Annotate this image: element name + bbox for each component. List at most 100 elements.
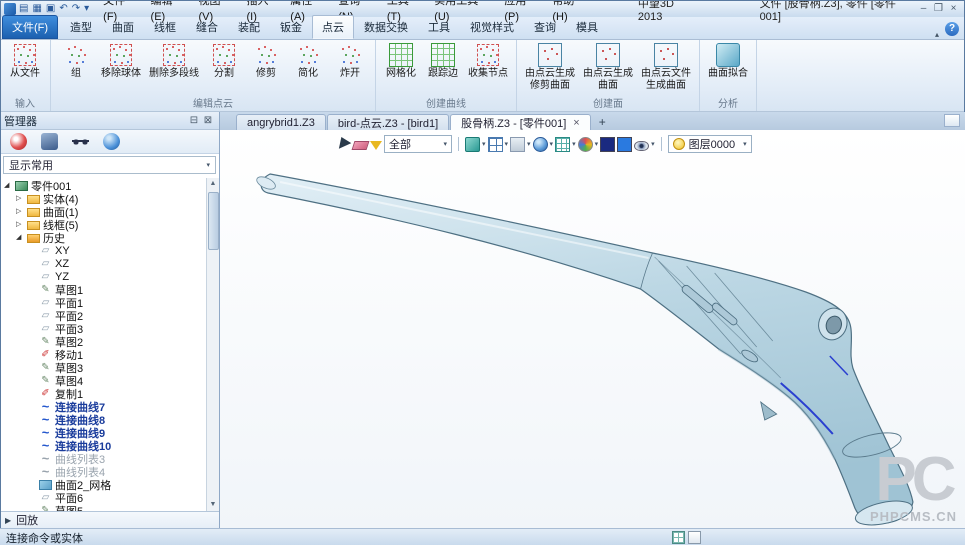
expand-closed-icon[interactable]: ▷	[16, 192, 27, 205]
edge-color-swatch[interactable]	[600, 137, 615, 152]
role-manager-icon[interactable]	[41, 133, 58, 150]
dropdown-icon[interactable]: ▾	[527, 140, 531, 148]
btn-surface-from-cloud-file[interactable]: 由点云文件 生成曲面	[638, 42, 694, 92]
btn-collect-nodes[interactable]: 收集节点	[465, 42, 511, 81]
dropdown-icon[interactable]: ▾	[572, 140, 576, 148]
tree-item-solids[interactable]: ▷ 实体(4)	[2, 192, 205, 205]
doc-tab-angrybrid[interactable]: angrybrid1.Z3	[236, 114, 326, 130]
btn-group[interactable]: 组	[56, 42, 96, 81]
tree-item-sketch5[interactable]: 草图5	[2, 504, 205, 511]
entity-filter-dropdown[interactable]: 全部 ▾	[384, 135, 452, 153]
dropdown-icon[interactable]: ▾	[651, 140, 655, 148]
hidden-line-display-icon[interactable]	[510, 137, 525, 152]
view-manager-icon[interactable]	[103, 133, 120, 150]
replay-bar[interactable]: ▶ 回放	[0, 511, 219, 528]
dropdown-icon[interactable]: ▾	[482, 140, 486, 148]
scroll-up-icon[interactable]: ▲	[210, 178, 217, 190]
tree-item-sketch1[interactable]: 草图1	[2, 283, 205, 296]
wireframe-display-icon[interactable]	[488, 137, 503, 152]
ribbon-tab-wireframe[interactable]: 线框	[144, 15, 186, 39]
undo-icon[interactable]: ↶	[57, 1, 69, 16]
ribbon-collapse-icon[interactable]: ▴	[931, 30, 943, 39]
grid-toggle-icon[interactable]	[672, 531, 685, 544]
tree-scrollbar[interactable]: ▲ ▼	[206, 178, 219, 511]
viewport-3d[interactable]: 全部 ▾ ▾ ▾ ▾ ▾ ▾ ▾	[220, 130, 965, 528]
filter-icon[interactable]	[370, 141, 382, 150]
visual-manager-icon[interactable]	[72, 133, 89, 150]
save-icon[interactable]: ▣	[44, 1, 57, 16]
tree-item-surface2-mesh[interactable]: 曲面2_网格	[2, 478, 205, 491]
pick-arrow-icon[interactable]	[339, 137, 352, 151]
btn-meshing[interactable]: 网格化	[381, 42, 421, 81]
restore-button[interactable]: ❐	[931, 1, 946, 16]
tree-item-move1[interactable]: 移动1	[2, 348, 205, 361]
visibility-icon[interactable]	[634, 141, 649, 151]
dropdown-icon[interactable]: ▾	[595, 140, 599, 148]
btn-trace-edge[interactable]: 跟踪边	[423, 42, 463, 81]
tree-item-xz[interactable]: XZ	[2, 257, 205, 270]
btn-from-file[interactable]: 从文件	[5, 42, 45, 81]
expand-closed-icon[interactable]: ▷	[16, 205, 27, 218]
btn-surface-fit[interactable]: 曲面拟合	[705, 42, 751, 81]
btn-trimmed-surface-from-cloud[interactable]: 由点云生成 修剪曲面	[522, 42, 578, 92]
minimize-button[interactable]: –	[916, 1, 931, 16]
app-logo-icon[interactable]	[4, 3, 16, 15]
tree-item-plane3[interactable]: 平面3	[2, 322, 205, 335]
tree-item-history[interactable]: ◢ 历史	[2, 231, 205, 244]
close-button[interactable]: ×	[946, 1, 961, 16]
ribbon-tab-pointcloud[interactable]: 点云	[312, 15, 354, 39]
new-tab-button[interactable]: +	[592, 115, 613, 130]
ribbon-tab-sew[interactable]: 缝合	[186, 15, 228, 39]
doc-tab-bird[interactable]: bird-点云.Z3 - [bird1]	[327, 114, 449, 130]
tree-item-yz[interactable]: YZ	[2, 270, 205, 283]
ribbon-tab-assembly[interactable]: 装配	[228, 15, 270, 39]
tree-item-sketch4[interactable]: 草图4	[2, 374, 205, 387]
tree-item-plane2[interactable]: 平面2	[2, 309, 205, 322]
tree-item-xy[interactable]: XY	[2, 244, 205, 257]
ribbon-tab-file[interactable]: 文件(F)	[2, 15, 58, 39]
ribbon-tab-surface[interactable]: 曲面	[102, 15, 144, 39]
ribbon-tab-visualstyle[interactable]: 视觉样式	[460, 15, 524, 39]
new-icon[interactable]: ▤	[17, 1, 30, 16]
layer-dropdown[interactable]: 图层0000 ▾	[668, 135, 752, 153]
tree-item-part001[interactable]: ◢ 零件001	[2, 179, 205, 192]
ribbon-tab-shape[interactable]: 造型	[60, 15, 102, 39]
display-filter-dropdown[interactable]: 显示常用 ▾	[3, 156, 216, 174]
redo-icon[interactable]: ↷	[70, 1, 82, 16]
expand-closed-icon[interactable]: ▷	[16, 218, 27, 231]
view-orientation-icon[interactable]	[533, 137, 548, 152]
scrollbar-thumb[interactable]	[208, 192, 219, 250]
tree-item-surfaces[interactable]: ▷ 曲面(1)	[2, 205, 205, 218]
face-color-swatch[interactable]	[617, 137, 632, 152]
btn-explode[interactable]: 炸开	[330, 42, 370, 81]
btn-trim[interactable]: 修剪	[246, 42, 286, 81]
panel-close-icon[interactable]: ⊠	[201, 115, 215, 126]
appearance-icon[interactable]	[578, 137, 593, 152]
panel-pin-icon[interactable]: ⊟	[187, 115, 201, 126]
ribbon-tab-sheetmetal[interactable]: 钣金	[270, 15, 312, 39]
help-icon[interactable]: ?	[945, 22, 959, 36]
tree-item-wireframe[interactable]: ▷ 线框(5)	[2, 218, 205, 231]
tab-list-icon[interactable]	[944, 114, 960, 127]
notes-toggle-icon[interactable]	[688, 531, 701, 544]
tree-item-plane6[interactable]: 平面6	[2, 491, 205, 504]
tree-item-sketch2[interactable]: 草图2	[2, 335, 205, 348]
ribbon-tab-tools[interactable]: 工具	[418, 15, 460, 39]
tree-item-plane1[interactable]: 平面1	[2, 296, 205, 309]
btn-surface-from-cloud[interactable]: 由点云生成 曲面	[580, 42, 636, 92]
eraser-icon[interactable]	[352, 141, 370, 150]
grid-display-icon[interactable]	[555, 137, 570, 152]
btn-delete-polyline[interactable]: 删除多段线	[146, 42, 202, 81]
ribbon-tab-dataexchange[interactable]: 数据交换	[354, 15, 418, 39]
shaded-display-icon[interactable]	[465, 137, 480, 152]
open-icon[interactable]: ▦	[30, 1, 43, 16]
btn-split[interactable]: 分割	[204, 42, 244, 81]
btn-remove-sphere[interactable]: 移除球体	[98, 42, 144, 81]
ribbon-tab-inquire[interactable]: 查询	[524, 15, 566, 39]
ribbon-tab-mold[interactable]: 模具	[566, 15, 608, 39]
femoral-stem-model[interactable]	[220, 130, 965, 528]
close-tab-icon[interactable]: ×	[573, 117, 579, 129]
btn-simplify[interactable]: 简化	[288, 42, 328, 81]
expand-open-icon[interactable]: ◢	[16, 231, 27, 244]
dropdown-icon[interactable]: ▾	[550, 140, 554, 148]
